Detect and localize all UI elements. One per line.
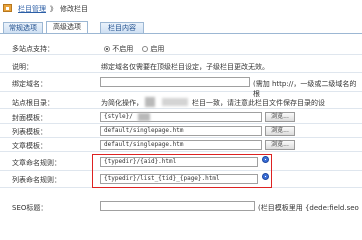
- redacted-block-3: [138, 113, 150, 121]
- row-site-root: 站点根目录： 为简化操作， 栏目一致，请注意此栏目文件保存目录的设: [0, 95, 362, 109]
- seo-title-input[interactable]: [100, 201, 255, 211]
- tab-bar: 常规选项 高级选项 栏目内容: [0, 18, 362, 34]
- cover-template-label: 封面模板：: [12, 114, 47, 122]
- row-cover-template: 封面模板： {style}/ 浏览...: [0, 110, 362, 124]
- article-template-input[interactable]: default/singlepage.htm: [100, 140, 262, 150]
- radio-enable-label: 启用: [150, 45, 165, 53]
- article-template-label: 文章模板：: [12, 142, 47, 150]
- tab-column-content[interactable]: 栏目内容: [100, 22, 144, 33]
- highlight-box: [92, 154, 272, 188]
- row-note: 说明： 绑定域名仅需要在顶级栏目设定，子级栏目更改无效。: [0, 59, 362, 73]
- site-root-text-b: 栏目一致，请注意此栏目文件保存目录的设: [192, 99, 325, 107]
- bind-domain-input[interactable]: [100, 77, 250, 87]
- list-naming-rule-label: 列表命名规则：: [12, 176, 61, 184]
- list-template-label: 列表模板：: [12, 128, 47, 136]
- multi-site-label: 多站点支持：: [12, 45, 54, 53]
- redacted-block-1: [145, 97, 155, 107]
- seo-title-label: SEO标题：: [12, 204, 48, 212]
- tab-general-options[interactable]: 常规选项: [3, 22, 43, 33]
- cover-template-browse-button[interactable]: 浏览...: [265, 112, 295, 122]
- redacted-block-2: [162, 98, 188, 106]
- breadcrumb-separator: 》: [50, 5, 57, 13]
- row-list-template: 列表模板： default/singlepage.htm 浏览...: [0, 124, 362, 138]
- radio-disable-label: 不启用: [112, 45, 134, 53]
- multi-site-options: 不启用 启用: [104, 44, 164, 54]
- radio-enable[interactable]: [142, 46, 149, 52]
- radio-disable[interactable]: [104, 46, 110, 52]
- site-root-label: 站点根目录：: [12, 99, 54, 107]
- row-article-template: 文章模板： default/singlepage.htm 浏览...: [0, 138, 362, 152]
- article-naming-rule-label: 文章命名规则：: [12, 159, 61, 167]
- list-template-browse-button[interactable]: 浏览...: [265, 126, 295, 136]
- article-template-browse-button[interactable]: 浏览...: [265, 140, 295, 150]
- breadcrumb: 栏目管理 》 修改栏目: [0, 0, 362, 18]
- breadcrumb-current: 修改栏目: [60, 5, 88, 13]
- cover-template-input[interactable]: {style}/: [100, 112, 262, 122]
- tab-advanced-options[interactable]: 高级选项: [46, 21, 88, 33]
- site-root-text-a: 为简化操作，: [101, 99, 143, 107]
- row-seo-title: SEO标题： (栏目模板里用 {dede:field.seo: [0, 198, 362, 215]
- bind-domain-label: 绑定域名：: [12, 80, 47, 88]
- note-text: 绑定域名仅需要在顶级栏目设定，子级栏目更改无效。: [101, 63, 269, 71]
- home-icon: [3, 4, 12, 12]
- list-template-input[interactable]: default/singlepage.htm: [100, 126, 262, 136]
- row-multi-site: 多站点支持： 不启用 启用: [0, 41, 362, 55]
- breadcrumb-link-column-management[interactable]: 栏目管理: [18, 4, 46, 14]
- note-label: 说明：: [12, 63, 33, 71]
- row-bind-domain: 绑定域名： (需加 http://，一级或二级域名的根: [0, 74, 362, 98]
- seo-title-hint: (栏目模板里用 {dede:field.seo: [258, 204, 359, 212]
